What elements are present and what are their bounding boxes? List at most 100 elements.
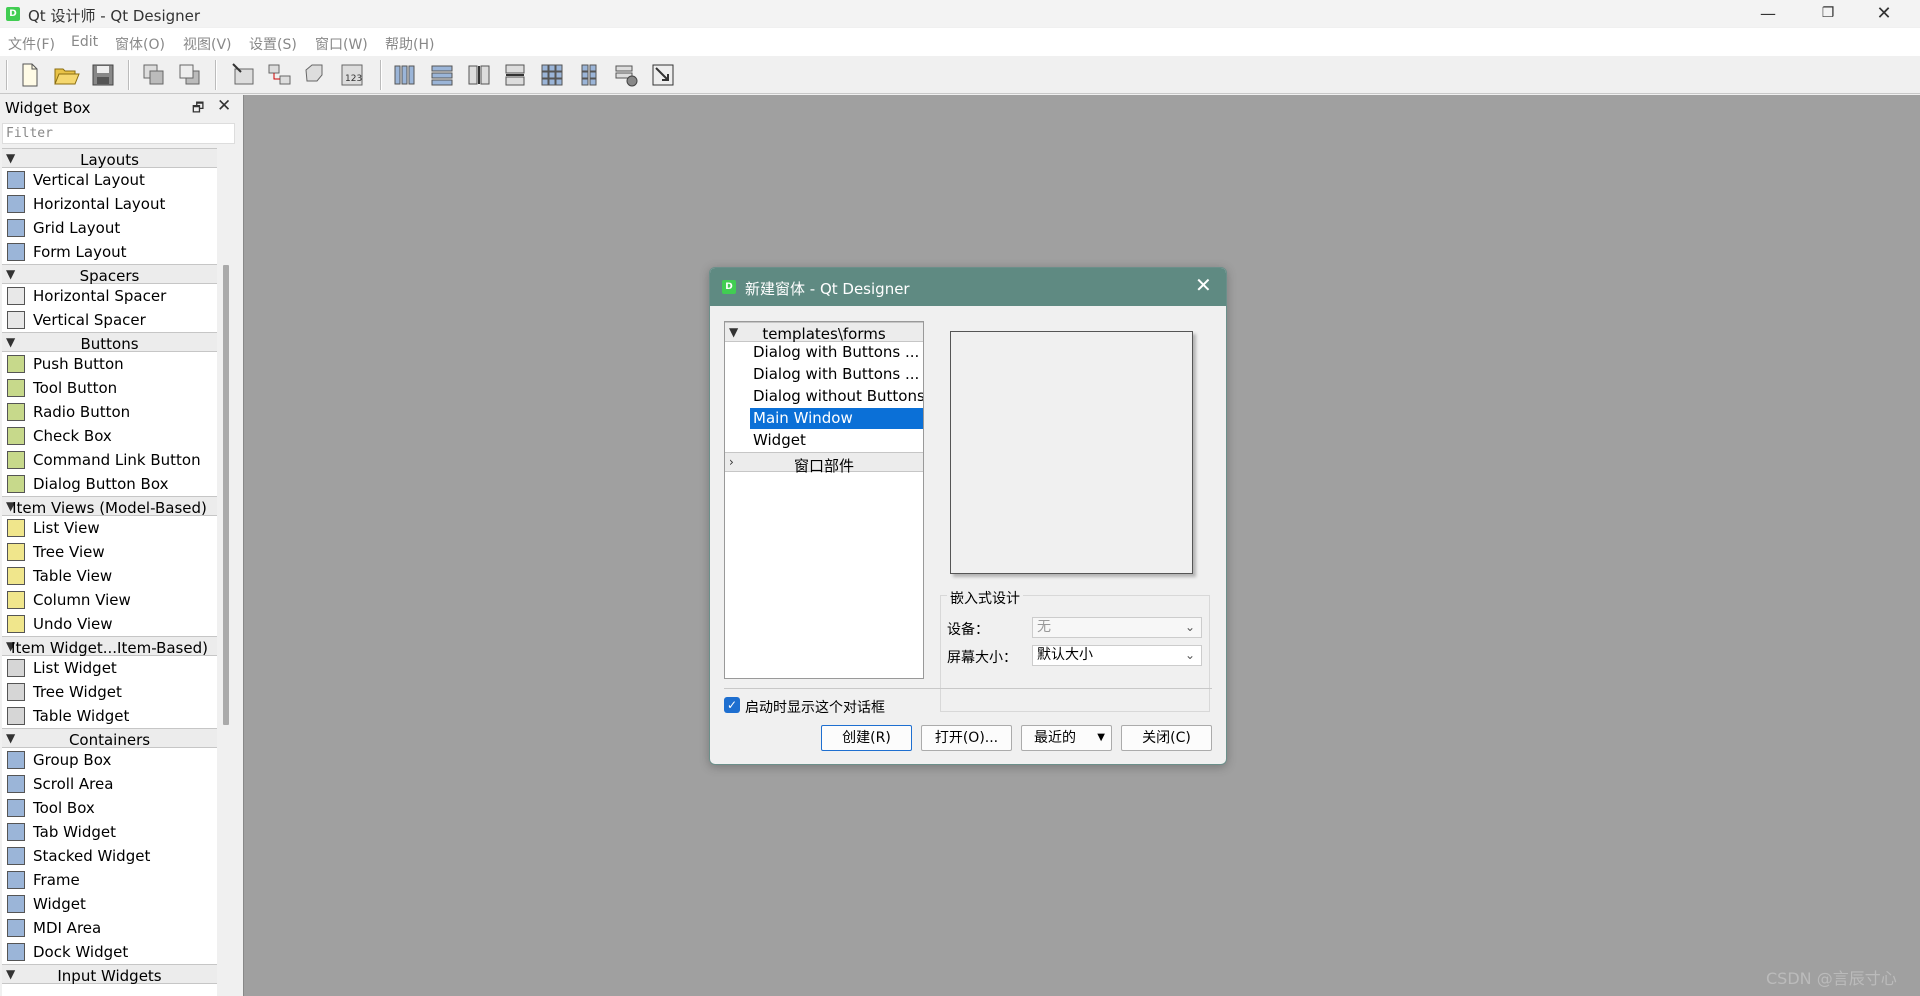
category-header[interactable]: ▼ Containers bbox=[2, 728, 217, 749]
widget-item[interactable]: Tab Widget bbox=[2, 820, 217, 844]
tree-group-templates-forms[interactable]: ▼ templates\forms bbox=[725, 322, 923, 343]
edit-tab-order-icon[interactable]: 123 bbox=[337, 60, 367, 90]
widget-item[interactable]: Dialog Button Box bbox=[2, 472, 217, 496]
widget-item[interactable]: Vertical Layout bbox=[2, 168, 217, 192]
minimize-button[interactable]: — bbox=[1740, 0, 1796, 27]
tree-item-main-window[interactable]: Main Window bbox=[750, 408, 923, 429]
adjust-size-icon[interactable] bbox=[648, 60, 678, 90]
widget-item[interactable]: Push Button bbox=[2, 352, 217, 376]
close-icon[interactable]: ✕ bbox=[217, 96, 231, 116]
chevron-down-icon: ⌄ bbox=[1184, 648, 1195, 662]
widget-item-label: Check Box bbox=[33, 427, 112, 445]
widget-item[interactable]: Group Box bbox=[2, 748, 217, 772]
edit-widgets-icon[interactable] bbox=[229, 60, 259, 90]
tree-item-dialog-without-buttons[interactable]: Dialog without Buttons bbox=[750, 386, 923, 407]
widget-item-label: Vertical Layout bbox=[33, 171, 145, 189]
widget-type-icon bbox=[7, 683, 25, 701]
menu-settings[interactable]: 设置(S) bbox=[249, 34, 297, 54]
widget-item[interactable]: Column View bbox=[2, 588, 217, 612]
device-select[interactable]: 无 ⌄ bbox=[1032, 617, 1202, 638]
widget-type-icon bbox=[7, 659, 25, 677]
close-dialog-button[interactable]: 关闭(C) bbox=[1121, 725, 1212, 751]
layout-vertically-icon[interactable] bbox=[427, 60, 457, 90]
category-header[interactable]: ▼ Item Views (Model-Based) bbox=[2, 496, 217, 517]
open-form-icon[interactable] bbox=[51, 60, 81, 90]
category-header[interactable]: ▼ Spacers bbox=[2, 264, 217, 285]
close-window-button[interactable]: ✕ bbox=[1856, 0, 1912, 27]
widget-item[interactable]: Tool Button bbox=[2, 376, 217, 400]
category-header[interactable]: ▼ Item Widget...Item-Based) bbox=[2, 636, 217, 657]
edit-signals-slots-icon[interactable] bbox=[265, 60, 295, 90]
category-label: Spacers bbox=[79, 267, 140, 285]
svg-text:123: 123 bbox=[345, 74, 362, 84]
tree-item-widget[interactable]: Widget bbox=[750, 430, 923, 451]
widget-item[interactable]: Table Widget bbox=[2, 704, 217, 728]
tree-item-dialog-buttons-bottom[interactable]: Dialog with Buttons ... bbox=[750, 342, 923, 363]
widget-item-label: Dialog Button Box bbox=[33, 475, 169, 493]
widget-list[interactable]: ▼ Layouts Vertical Layout Horizontal Layout… bbox=[2, 148, 217, 996]
widget-item[interactable]: Horizontal Layout bbox=[2, 192, 217, 216]
maximize-button[interactable]: ❐ bbox=[1800, 0, 1856, 27]
category-header[interactable]: ▼ Input Widgets bbox=[2, 964, 217, 985]
edit-buddies-icon[interactable] bbox=[301, 60, 331, 90]
widget-box-scrollbar[interactable] bbox=[223, 265, 229, 725]
widget-item[interactable]: Table View bbox=[2, 564, 217, 588]
widget-item[interactable]: Grid Layout bbox=[2, 216, 217, 240]
category-label: Item Views (Model-Based) bbox=[12, 499, 207, 517]
save-form-icon[interactable] bbox=[88, 60, 118, 90]
menu-edit[interactable]: Edit bbox=[71, 34, 98, 50]
show-on-startup-checkbox[interactable]: ✓ bbox=[724, 697, 740, 713]
layout-form-icon[interactable] bbox=[574, 60, 604, 90]
tree-group-label: 窗口部件 bbox=[793, 457, 854, 475]
tree-group-widgets[interactable]: › 窗口部件 bbox=[725, 452, 923, 475]
widget-item[interactable]: List Widget bbox=[2, 656, 217, 680]
screen-size-select[interactable]: 默认大小 ⌄ bbox=[1032, 645, 1202, 666]
layout-horizontal-splitter-icon[interactable] bbox=[464, 60, 494, 90]
dialog-close-icon[interactable]: ✕ bbox=[1195, 273, 1212, 297]
widget-item-label: Radio Button bbox=[33, 403, 131, 421]
widget-item[interactable]: Radio Button bbox=[2, 400, 217, 424]
float-icon[interactable]: 🗗 bbox=[192, 99, 204, 121]
widget-type-icon bbox=[7, 451, 25, 469]
recent-button[interactable]: 最近的 ▼ bbox=[1021, 725, 1112, 751]
bring-to-front-icon[interactable] bbox=[175, 60, 205, 90]
widget-type-icon bbox=[7, 871, 25, 889]
widget-item[interactable]: Dock Widget bbox=[2, 940, 217, 964]
widget-item[interactable]: Vertical Spacer bbox=[2, 308, 217, 332]
tree-item-dialog-buttons-right[interactable]: Dialog with Buttons ... bbox=[750, 364, 923, 385]
widget-item[interactable]: MDI Area bbox=[2, 916, 217, 940]
layout-horizontally-icon[interactable] bbox=[390, 60, 420, 90]
layout-grid-icon[interactable] bbox=[537, 60, 567, 90]
break-layout-icon[interactable] bbox=[611, 60, 641, 90]
widget-item[interactable]: Form Layout bbox=[2, 240, 217, 264]
create-button[interactable]: 创建(R) bbox=[821, 725, 912, 751]
widget-item[interactable]: Scroll Area bbox=[2, 772, 217, 796]
widget-item[interactable]: Command Link Button bbox=[2, 448, 217, 472]
send-to-back-icon[interactable] bbox=[139, 60, 169, 90]
menu-help[interactable]: 帮助(H) bbox=[385, 34, 434, 54]
menu-view[interactable]: 视图(V) bbox=[183, 34, 232, 54]
widget-item[interactable]: Frame bbox=[2, 868, 217, 892]
menu-file[interactable]: 文件(F) bbox=[8, 34, 55, 54]
widget-item[interactable]: List View bbox=[2, 516, 217, 540]
widget-item[interactable]: Undo View bbox=[2, 612, 217, 636]
widget-item-label: Tool Box bbox=[33, 799, 95, 817]
widget-type-icon bbox=[7, 751, 25, 769]
widget-item[interactable]: Stacked Widget bbox=[2, 844, 217, 868]
menu-window[interactable]: 窗口(W) bbox=[315, 34, 368, 54]
widget-item[interactable]: Tree Widget bbox=[2, 680, 217, 704]
open-button[interactable]: 打开(O)... bbox=[921, 725, 1012, 751]
widget-item[interactable]: Widget bbox=[2, 892, 217, 916]
widget-item[interactable]: Horizontal Spacer bbox=[2, 284, 217, 308]
template-tree[interactable]: ▼ templates\forms Dialog with Buttons ..… bbox=[724, 321, 924, 679]
layout-vertical-splitter-icon[interactable] bbox=[500, 60, 530, 90]
widget-item[interactable]: Tree View bbox=[2, 540, 217, 564]
widget-item[interactable]: Check Box bbox=[2, 424, 217, 448]
filter-input[interactable]: Filter bbox=[2, 123, 235, 144]
new-form-icon[interactable] bbox=[14, 60, 44, 90]
category-header[interactable]: ▼ Buttons bbox=[2, 332, 217, 353]
menu-form[interactable]: 窗体(O) bbox=[115, 34, 165, 54]
widget-item-label: Command Link Button bbox=[33, 451, 201, 469]
widget-item[interactable]: Tool Box bbox=[2, 796, 217, 820]
category-header[interactable]: ▼ Layouts bbox=[2, 148, 217, 169]
